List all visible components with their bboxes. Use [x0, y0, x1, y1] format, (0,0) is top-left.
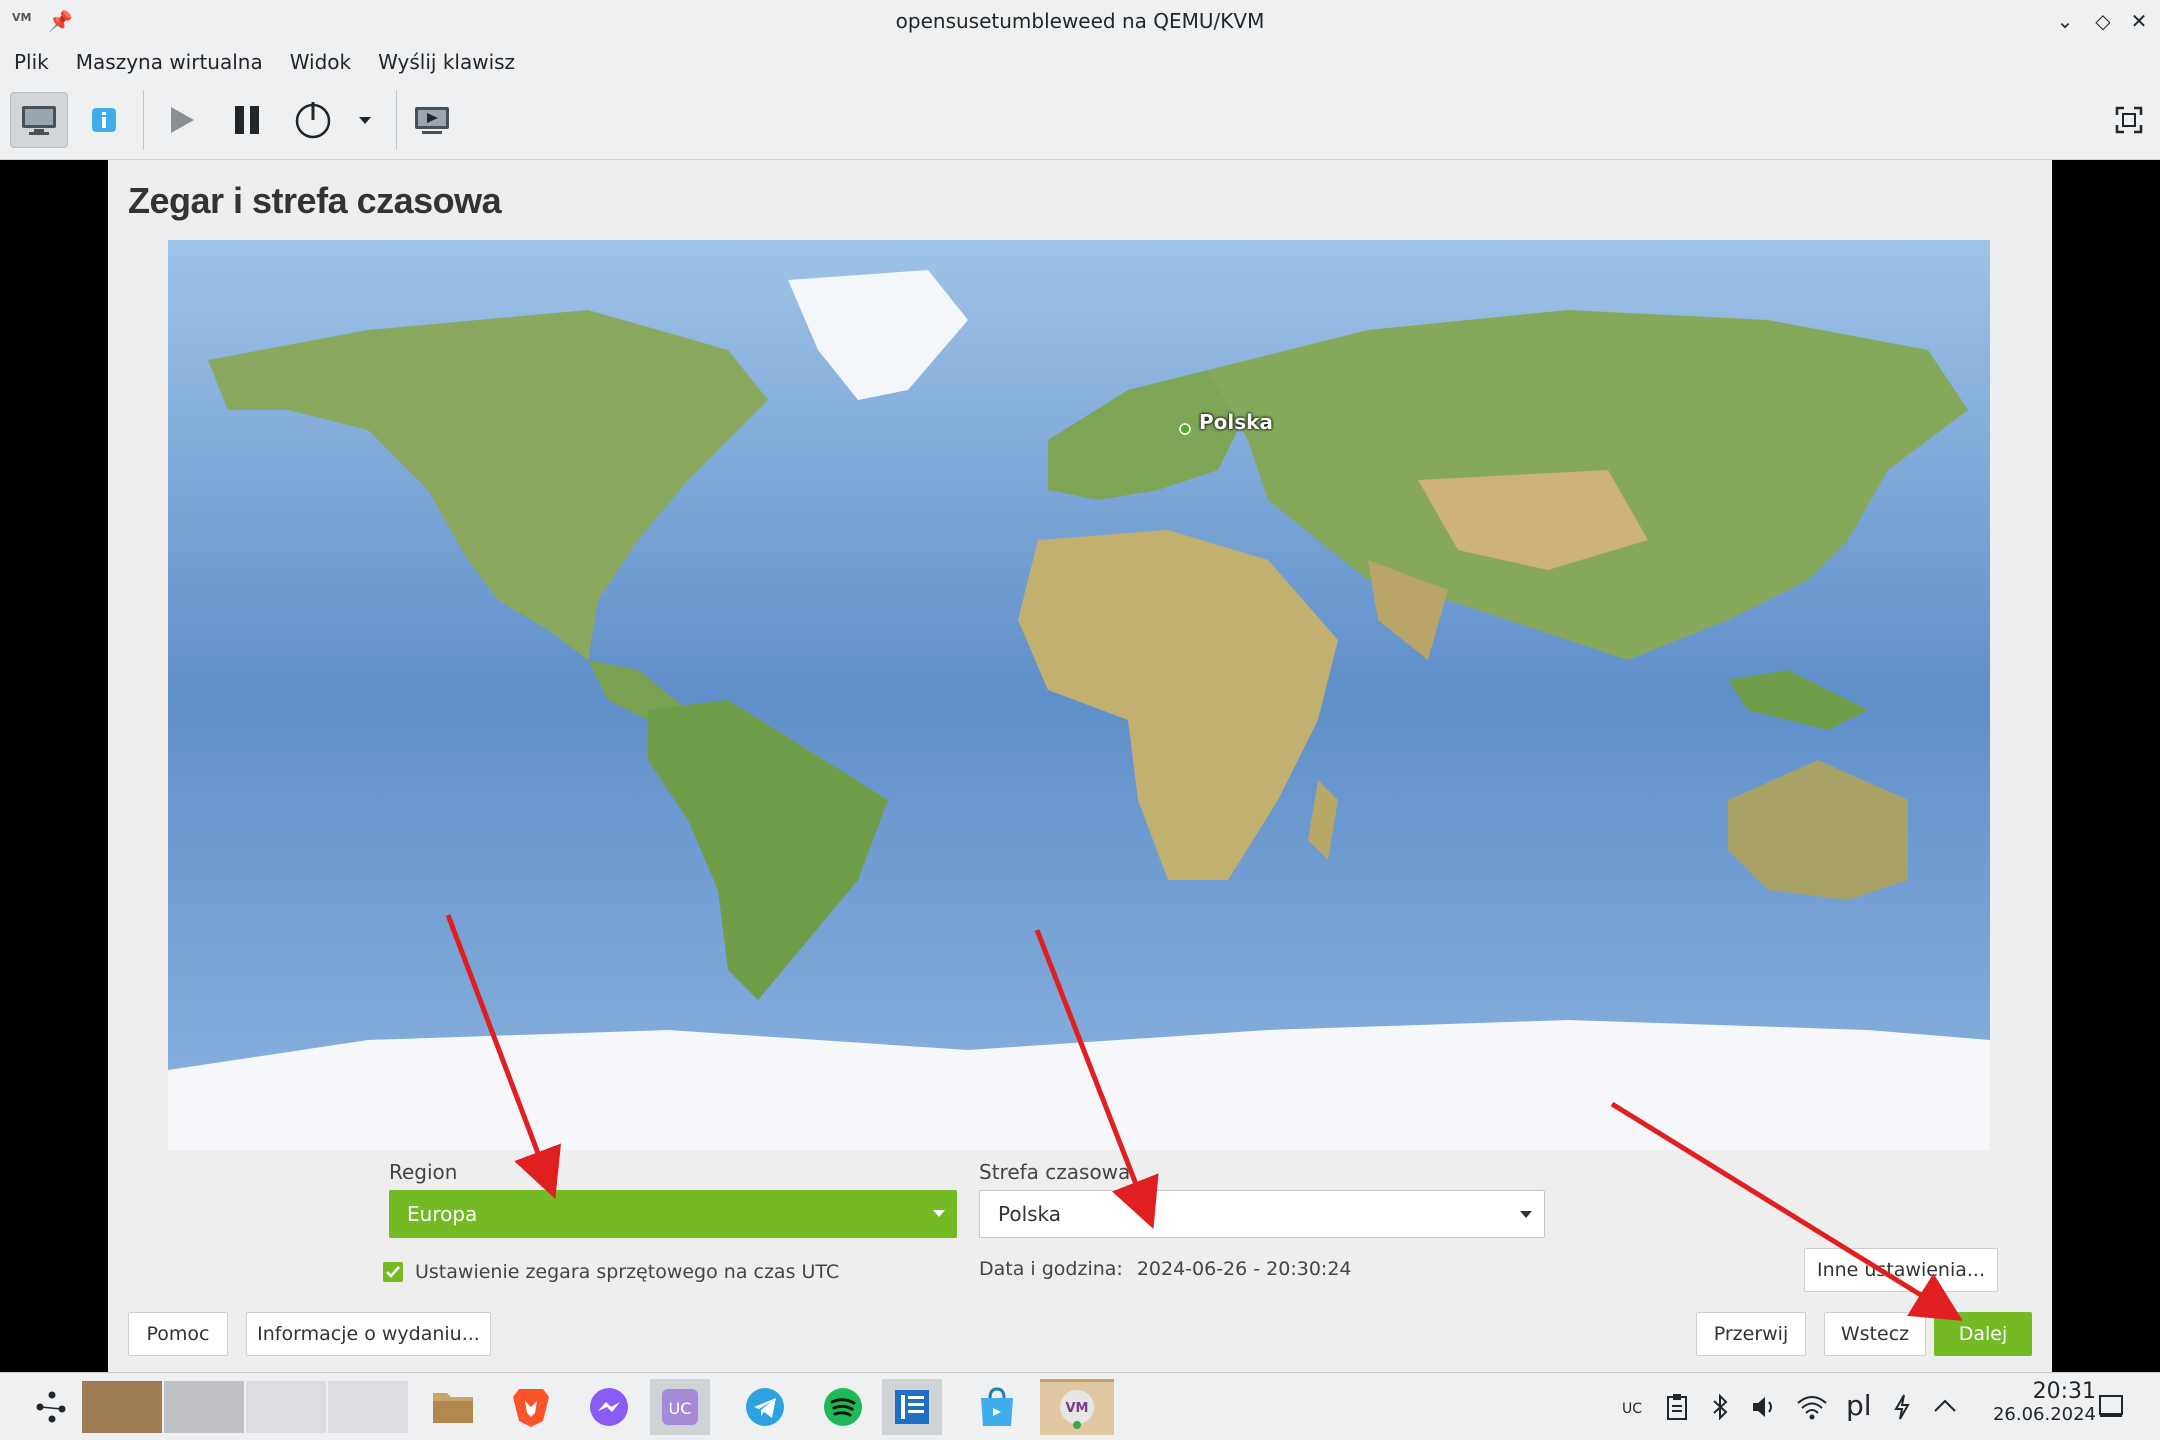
task-store[interactable] [972, 1379, 1022, 1435]
arrow-to-region [445, 914, 562, 1200]
virtual-desktop-3[interactable] [246, 1381, 326, 1433]
task-brave[interactable] [506, 1379, 556, 1435]
virtual-desktop-1[interactable] [82, 1381, 162, 1433]
wifi-icon[interactable] [1796, 1393, 1828, 1427]
task-spotify[interactable] [818, 1379, 868, 1435]
clock[interactable]: 20:31 26.06.2024 [1993, 1379, 2096, 1425]
svg-text:UC: UC [669, 1399, 692, 1418]
task-messenger[interactable] [584, 1379, 634, 1435]
virt-manager-icon: VM [1060, 1389, 1094, 1429]
vpn-icon: UC [662, 1389, 698, 1425]
clock-time: 20:31 [2032, 1379, 2096, 1404]
vpn-tray-icon[interactable]: UC [1618, 1393, 1646, 1427]
taskbar: UC VM UC pl 20:31 26.06.2024 [0, 1372, 2160, 1440]
bluetooth-icon[interactable] [1710, 1393, 1730, 1427]
task-vpn[interactable]: UC [650, 1379, 710, 1435]
notes-icon [895, 1390, 929, 1424]
expand-icon[interactable] [1932, 1393, 1958, 1427]
arrow-to-timezone [1034, 929, 1159, 1229]
launcher-icon [36, 1391, 66, 1423]
power-icon[interactable] [1892, 1393, 1912, 1427]
brave-icon [513, 1389, 549, 1427]
app-launcher-button[interactable] [26, 1379, 78, 1435]
files-icon [433, 1393, 473, 1423]
store-icon [981, 1387, 1013, 1426]
volume-icon[interactable] [1750, 1393, 1778, 1427]
task-telegram[interactable] [740, 1379, 790, 1435]
telegram-icon [746, 1388, 784, 1426]
virtual-desktop-2[interactable] [164, 1381, 244, 1433]
task-virt-manager[interactable]: VM [1040, 1379, 1114, 1435]
clock-date: 26.06.2024 [1992, 1404, 2096, 1425]
task-notes[interactable] [882, 1379, 942, 1435]
messenger-icon [590, 1388, 628, 1426]
virtual-desktop-4[interactable] [328, 1381, 408, 1433]
svg-text:UC: UC [1622, 1401, 1642, 1417]
spotify-icon [824, 1388, 862, 1426]
show-desktop-icon[interactable] [2098, 1393, 2124, 1425]
task-files[interactable] [428, 1379, 478, 1435]
annotation-arrows [445, 914, 1963, 1321]
clipboard-icon[interactable] [1665, 1393, 1689, 1427]
arrow-to-next [1610, 1101, 1963, 1321]
svg-text:VM: VM [1066, 1401, 1089, 1416]
keyboard-layout-indicator[interactable]: pl [1846, 1389, 1872, 1422]
